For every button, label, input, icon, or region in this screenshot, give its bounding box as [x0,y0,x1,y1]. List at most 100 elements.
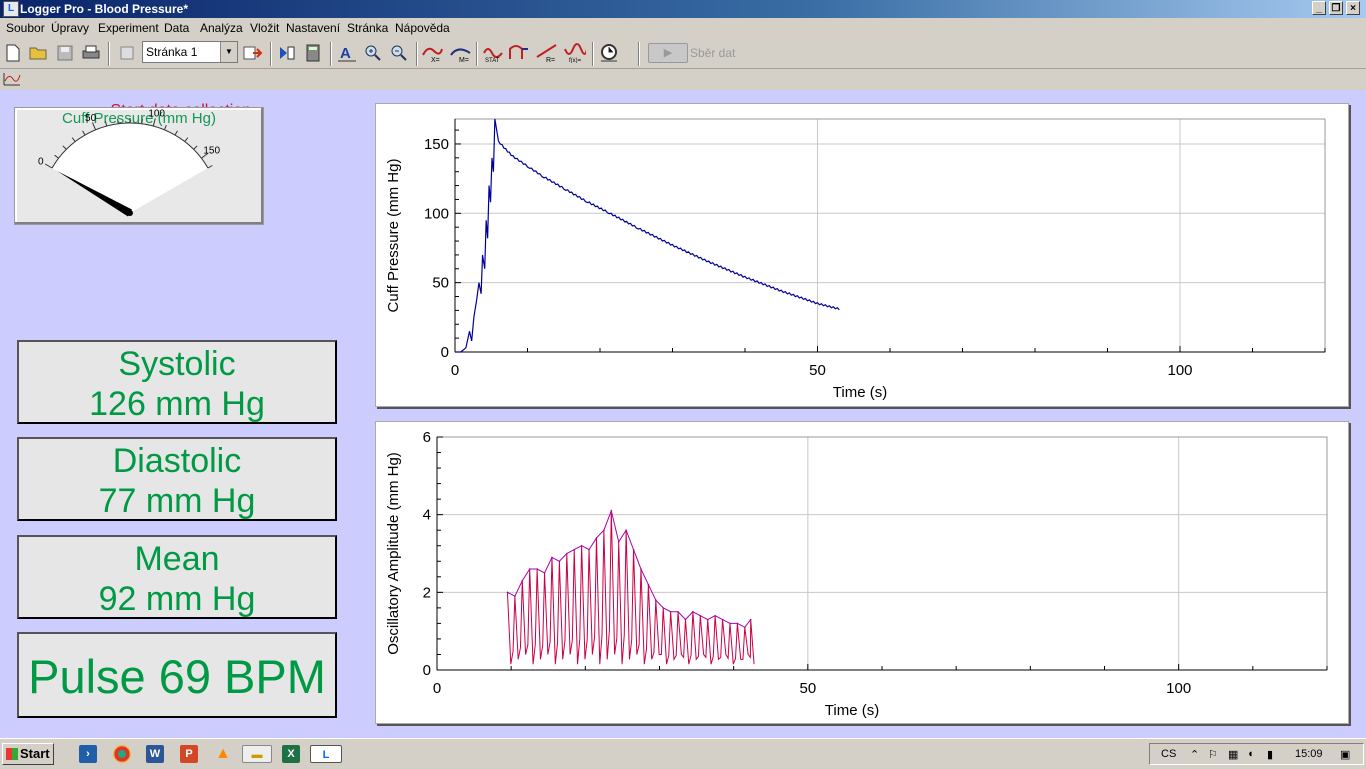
y-tick-label: 100 [424,205,449,222]
diastolic-display[interactable]: Diastolic 77 mm Hg [17,437,337,521]
print-icon[interactable] [80,42,102,64]
oscillatory-amplitude-plot[interactable]: 0 50 100 0 2 4 6 Time (s) Oscillatory Amplitude … [376,422,1348,723]
chrome-icon[interactable] [113,745,131,763]
y-axis-label: Cuff Pressure (mm Hg) [385,159,402,313]
window-title: Logger Pro - Blood Pressure* [20,2,189,16]
clock[interactable]: 15:09 [1295,748,1323,760]
menu-nastaveni[interactable]: Nastavení [286,21,340,35]
cuff-pressure-meter[interactable]: Cuff Pressure (mm Hg) 0 50 100 150 [14,107,264,225]
beat-peak-point [743,626,746,629]
meter-tick [54,154,59,159]
oscillatory-amplitude-graph[interactable]: 0 50 100 0 2 4 6 Time (s) Oscillatory Amplitude … [375,421,1349,724]
systolic-display[interactable]: Systolic 126 mm Hg [17,340,337,424]
save-icon[interactable] [54,42,76,64]
beat-peak-point [528,568,531,570]
restore-button[interactable]: ❐ [1329,1,1343,15]
beat-peak-point [692,610,694,613]
open-folder-icon[interactable] [28,42,50,64]
meter-tick [117,118,119,124]
x-tick-label: 0 [433,680,441,697]
integral-icon[interactable] [508,42,530,64]
vlc-icon[interactable]: ▲ [214,745,232,763]
menu-stranka[interactable]: Stránka [347,21,388,35]
excel-icon[interactable]: X [282,745,300,763]
network-icon[interactable]: ▦ [1228,748,1238,761]
beat-peak-point [588,548,590,551]
meter-dial: 0 50 100 150 [38,109,220,217]
statistics-icon[interactable]: STAT [482,42,504,64]
data-table-icon[interactable] [276,42,298,64]
menu-data[interactable]: Data [164,21,189,35]
show-hidden-icons-icon[interactable]: ⌃ [1190,748,1199,761]
language-indicator[interactable]: CS [1161,748,1176,760]
menu-experiment[interactable]: Experiment [98,21,159,35]
mean-display[interactable]: Mean 92 mm Hg [17,535,337,619]
desktop-icon[interactable]: ▣ [1340,748,1350,761]
beat-peak-point [669,610,672,613]
calculator-icon[interactable] [302,42,324,64]
beat-peak-point [706,618,709,621]
collect-button-label[interactable]: Sběr dat [690,46,735,60]
page-next-icon[interactable] [242,42,264,64]
graph-page-icon[interactable] [3,71,21,87]
plot-frame [436,436,1328,671]
menu-napoveda[interactable]: Nápověda [395,21,450,35]
beat-peak-point [654,599,657,601]
start-button[interactable]: Start [2,743,54,765]
beat-peak-point [677,610,679,613]
svg-text:R=: R= [546,57,555,63]
volume-icon[interactable]: ◖ [1247,748,1254,760]
beat-peak-point [521,579,524,582]
curve-fit-icon[interactable]: f(x)= [564,42,586,64]
beat-peak-point [714,614,716,617]
meter-pivot [127,210,133,216]
new-file-icon[interactable] [2,42,24,64]
close-button[interactable]: × [1346,1,1360,15]
systolic-value: 126 mm Hg [89,385,265,423]
menu-analyza[interactable]: Analýza [200,21,243,35]
beat-peak-point [721,618,724,621]
tangent-icon[interactable]: M= [450,42,472,64]
play-icon[interactable]: ▶ [648,43,688,63]
meter-tick [82,130,86,136]
page-select[interactable]: Stránka 1 ▼ [142,41,238,63]
word-icon[interactable]: W [146,745,164,763]
x-tick-label: 50 [799,680,816,697]
flag-icon[interactable]: ⚐ [1208,748,1218,761]
linear-fit-icon[interactable]: R= [536,42,558,64]
beat-peak-point [662,607,665,609]
meter-tick [174,130,178,136]
beat-peak-point [699,614,702,617]
menu-upravy[interactable]: Úpravy [51,21,89,35]
beat-peak-point [736,622,739,625]
power-icon[interactable]: ▮ [1267,748,1273,761]
beat-peak-point [551,556,553,559]
beat-peak-point [729,622,731,625]
cuff-pressure-plot[interactable]: 0 50 100 0 50 100 150 Time (s) Cuff Pressure (mm… [376,104,1348,406]
chevron-down-icon[interactable]: ▼ [220,42,237,62]
meter-tick [193,145,198,150]
examine-icon[interactable]: X= [422,42,444,64]
autoscale-icon[interactable]: A [336,42,358,64]
pulse-display[interactable]: Pulse 69 BPM [17,632,337,718]
menu-bar: Soubor Úpravy Experiment Data Analýza Vl… [0,18,1366,38]
explorer-icon[interactable]: ▬ [242,745,272,763]
menu-soubor[interactable]: Soubor [6,21,45,35]
powerpoint-icon[interactable]: P [180,745,198,763]
svg-text:M=: M= [459,57,469,63]
diastolic-label: Diastolic [112,442,242,480]
powershell-icon[interactable]: › [79,745,97,763]
secondary-toolbar [0,69,1366,91]
zoom-out-icon[interactable] [388,42,410,64]
meter-tick-label: 0 [38,157,44,168]
page-icon[interactable] [116,42,138,64]
meter-tick [71,137,76,142]
timer-icon[interactable] [598,42,620,64]
minimize-button[interactable]: _ [1312,1,1326,15]
cuff-pressure-graph[interactable]: 0 50 100 0 50 100 150 Time (s) Cuff Pressure (mm… [375,103,1349,407]
menu-vlozit[interactable]: Vložit [250,21,279,35]
zoom-in-icon[interactable] [362,42,384,64]
beat-peak-point [595,537,598,539]
beat-peak-point [749,618,752,621]
logger-pro-taskbar-icon[interactable]: L [310,745,342,763]
